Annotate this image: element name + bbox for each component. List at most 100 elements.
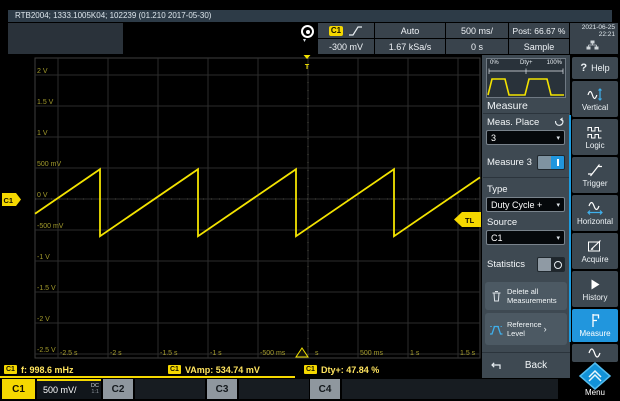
sidebar-item-help[interactable]: ? Help — [572, 57, 618, 79]
sidebar-item-label: Acquire — [581, 254, 609, 264]
toolbar-empty-area — [8, 23, 123, 54]
channel4-settings-cell[interactable] — [342, 379, 558, 399]
channel1-highlight-line — [0, 376, 295, 378]
voltage-axis-label: -500 mV — [37, 223, 64, 230]
measurement-channel-badge: C1 — [304, 365, 317, 374]
measurement-value: VAmp: 534.74 mV — [184, 364, 260, 375]
chevron-down-icon: ▾ — [556, 201, 560, 209]
voltage-axis-label: -1.5 V — [37, 285, 56, 292]
back-arrow-icon — [491, 361, 501, 369]
menu-logo-button[interactable]: Menu — [572, 362, 618, 400]
measurement-channel-badge: C1 — [4, 365, 17, 374]
sidebar-item-label: Trigger — [582, 178, 608, 188]
sidebar-item-trigger[interactable]: Trigger — [572, 157, 618, 193]
menu-label: Menu — [584, 388, 605, 397]
sidebar-item-vertical[interactable]: Vertical — [572, 81, 618, 117]
time-axis-label: -2.5 s — [60, 350, 78, 357]
waveform-display[interactable]: 2 V 1.5 V 1 V 500 mV 0 V -500 mV -1 V -1.5 V -2 … — [0, 55, 482, 362]
type-label: Type — [487, 184, 508, 195]
channel3-settings-cell[interactable] — [239, 379, 309, 399]
source-dropdown[interactable]: C1 ▾ — [486, 230, 565, 245]
voltage-axis-label: 500 mV — [37, 161, 61, 168]
type-dropdown[interactable]: Duty Cycle + ▾ — [486, 197, 565, 212]
channel2-settings-cell[interactable] — [135, 379, 205, 399]
meas-place-label: Meas. Place — [487, 117, 540, 128]
measurement-vamp: C1 VAmp: 534.74 mV — [168, 363, 260, 376]
reference-line1: Reference — [507, 320, 542, 329]
sidebar-item-measure[interactable]: Measure — [572, 309, 618, 342]
timebase-cell[interactable]: 500 ms/ — [446, 23, 508, 38]
acquire-icon — [588, 239, 601, 251]
rs-logo-icon — [578, 362, 612, 390]
question-icon: ? — [580, 62, 588, 74]
thumbnail-0pct-label: 0% — [490, 60, 499, 66]
voltage-axis-label: 1.5 V — [37, 99, 54, 106]
acquisition-state-cell[interactable]: Sample — [509, 39, 569, 54]
trigger-post-cell[interactable]: Post: 66.67 % — [509, 23, 569, 38]
trigger-source-cell[interactable]: C1 — [318, 23, 374, 38]
channel1-ground-label: C1 — [4, 196, 14, 205]
sidebar-item-horizontal[interactable]: Horizontal — [572, 195, 618, 231]
horizontal-position-cell[interactable]: 0 s — [446, 39, 508, 54]
menu-title: Measure — [487, 100, 528, 112]
channel1-badge[interactable]: C1 — [2, 379, 35, 399]
menu-divider — [483, 113, 569, 114]
sidebar-item-label: Measure — [579, 329, 611, 338]
trigger-level-cell[interactable]: -300 mV — [318, 39, 374, 54]
device-title: RTB2004; 1333.1005K04; 102239 (01.210 20… — [15, 11, 212, 20]
time-axis-label: -2 s — [110, 350, 122, 357]
trigger-source-badge: C1 — [328, 25, 344, 36]
statistics-toggle-off[interactable] — [537, 257, 565, 272]
measure-toggle-on[interactable] — [537, 155, 565, 170]
channel1-settings-cell[interactable]: 500 mV/ DC 1:1 — [37, 379, 101, 399]
graticule-layer: 2 V 1.5 V 1 V 500 mV 0 V -500 mV -1 V -1.5 V -2 … — [34, 58, 481, 358]
channel1-probe: 1:1 — [91, 389, 99, 395]
channel3-badge[interactable]: C3 — [207, 379, 237, 399]
time-axis-label: -500 ms — [260, 350, 286, 357]
thumbnail-dty-label: Dty+ — [520, 60, 533, 66]
source-label: Source — [487, 217, 518, 228]
measurement-value: Dty+: 47.84 % — [320, 364, 380, 375]
zero-time-marker-icon[interactable] — [295, 347, 309, 358]
meas-place-dropdown[interactable]: 3 ▾ — [486, 130, 565, 145]
sidebar-item-label: Vertical — [581, 102, 609, 112]
sidebar-item-label: Horizontal — [576, 216, 613, 226]
vertical-scale-icon — [587, 87, 602, 101]
trigger-mode-cell[interactable]: Auto — [375, 23, 445, 38]
play-history-icon — [591, 279, 600, 289]
trigger-slope-icon — [588, 163, 602, 176]
measurement-value: f: 998.6 mHz — [20, 364, 74, 375]
voltage-axis-label: 0 V — [37, 192, 48, 199]
submenu-arrow-icon: › — [543, 324, 547, 334]
cycle-refresh-icon — [555, 117, 564, 126]
trash-icon — [492, 291, 501, 302]
sidebar-item-acquire[interactable]: Acquire — [572, 233, 618, 269]
thumbnail-100pct-label: 100% — [546, 60, 562, 66]
voltage-axis-label: -2 V — [37, 316, 50, 323]
time-text: 22:21 — [598, 31, 615, 38]
sidebar-item-history[interactable]: History — [572, 271, 618, 307]
delete-all-measurements-button[interactable]: Delete all Measurements — [485, 282, 567, 310]
back-button[interactable]: Back — [482, 352, 570, 378]
time-axis-label: -1.5 s — [160, 350, 178, 357]
channel2-badge[interactable]: C2 — [103, 379, 133, 399]
sidebar-item-generator[interactable] — [572, 344, 618, 362]
measurement-channel-badge: C1 — [168, 365, 181, 374]
delete-line2: Measurements — [507, 296, 557, 305]
time-axis-label: 1 s — [410, 350, 420, 357]
sidebar-item-label: Logic — [585, 140, 605, 150]
datetime-cell[interactable]: 2021-06-25 22:21 — [570, 23, 618, 54]
reference-level-button[interactable]: Reference Level › — [485, 313, 567, 345]
chevron-down-icon: ▾ — [556, 234, 560, 242]
sample-rate-cell: 1.67 kSa/s — [375, 39, 445, 54]
type-value: Duty Cycle + — [491, 199, 543, 210]
statistics-label: Statistics — [487, 259, 526, 270]
channel4-badge[interactable]: C4 — [310, 379, 340, 399]
meas-place-row[interactable]: Meas. Place — [487, 117, 565, 128]
menu-divider — [483, 177, 569, 178]
date-text: 2021-06-25 — [581, 24, 615, 31]
caliper-measure-icon — [592, 314, 600, 327]
sidebar-item-logic[interactable]: Logic — [572, 119, 618, 155]
lan-network-icon — [586, 40, 599, 50]
channel1-scale: 500 mV/ — [43, 385, 77, 395]
